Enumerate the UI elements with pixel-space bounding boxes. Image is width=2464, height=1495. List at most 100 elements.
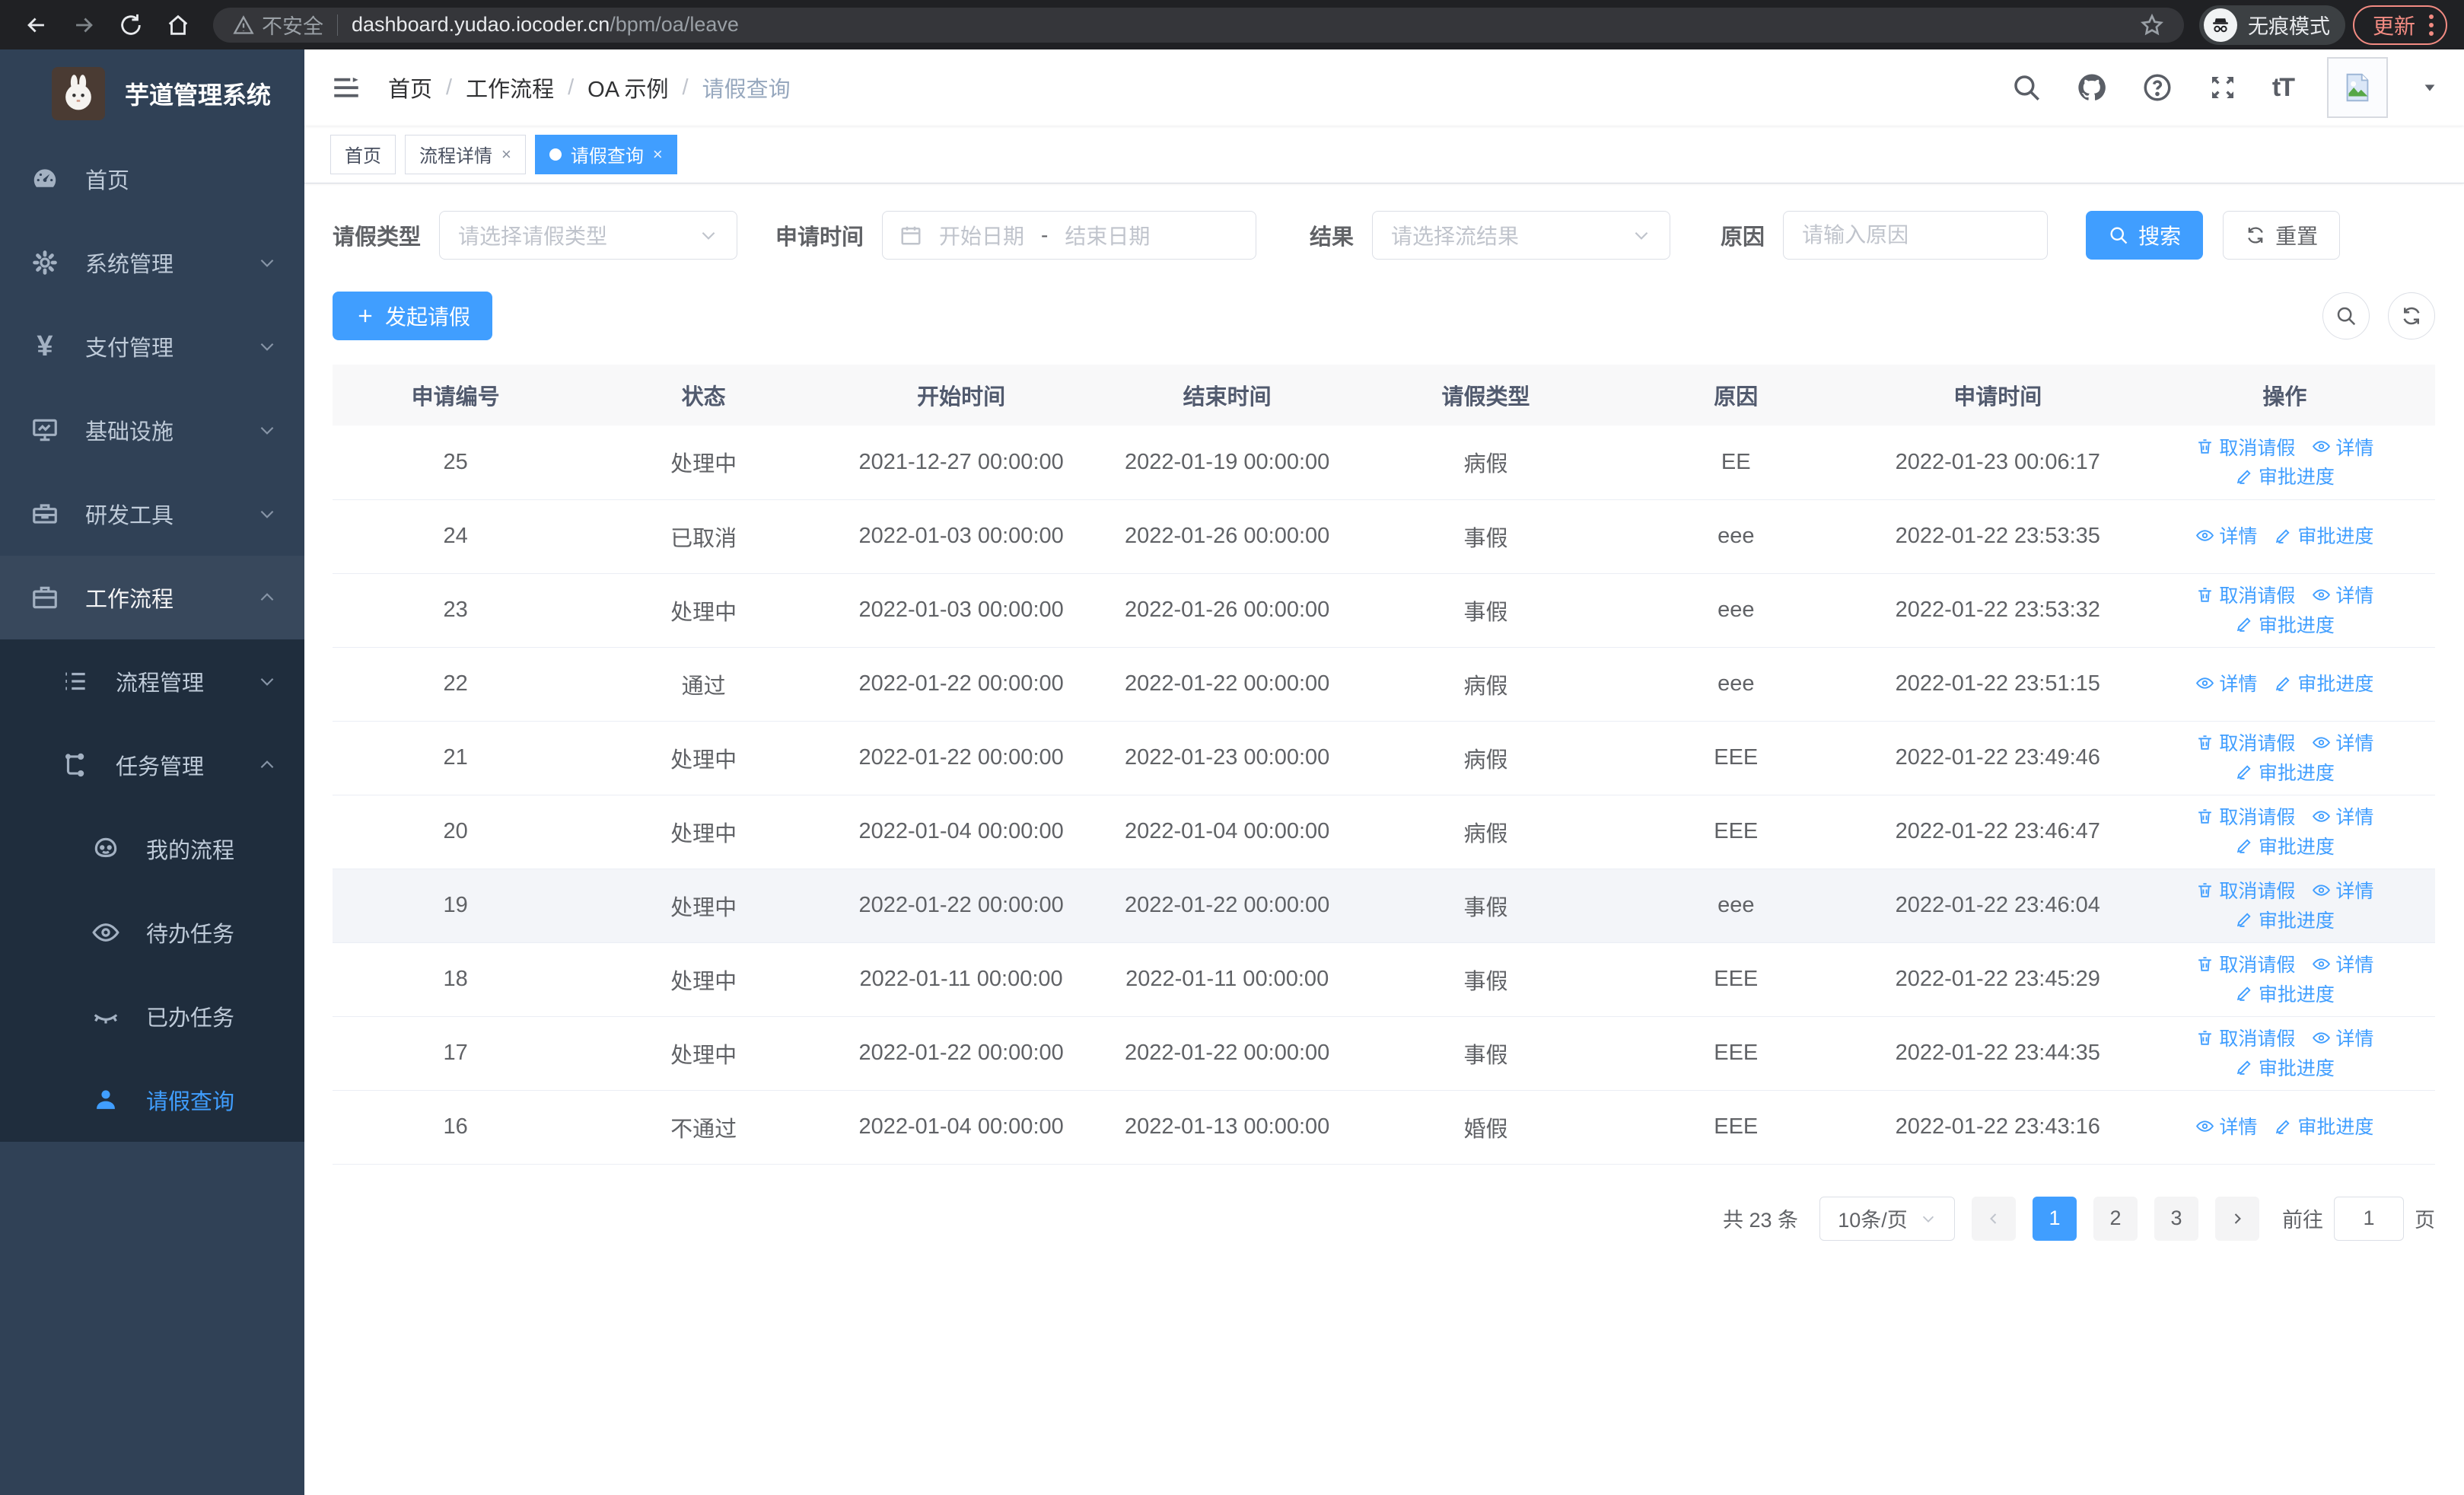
detail-link[interactable]: 详情	[2312, 802, 2373, 830]
header-search-icon[interactable]	[2010, 72, 2042, 104]
browser-home-button[interactable]	[158, 5, 198, 45]
sidebar-logo[interactable]: 芋道管理系统	[0, 49, 304, 137]
chevron-down-icon	[257, 336, 277, 356]
font-size-icon[interactable]: tT	[2272, 73, 2295, 103]
create-leave-button[interactable]: 发起请假	[333, 292, 493, 340]
detail-link[interactable]: 详情	[2312, 581, 2373, 608]
page-number-button[interactable]: 1	[2033, 1196, 2077, 1241]
browser-back-button[interactable]	[17, 5, 56, 45]
sidebar-item-my-process[interactable]: 我的流程	[0, 807, 304, 891]
table-toolbar: 发起请假	[333, 292, 2435, 340]
edit-pen-icon	[2236, 913, 2251, 927]
approval-progress-link[interactable]: 审批进度	[2274, 669, 2373, 696]
cell-start-time: 2022-01-22 00:00:00	[829, 647, 1094, 722]
approval-progress-link[interactable]: 审批进度	[2274, 521, 2373, 549]
eye-open-icon	[90, 918, 122, 947]
cancel-leave-link[interactable]: 取消请假	[2195, 950, 2295, 977]
close-icon[interactable]: ×	[653, 145, 663, 164]
breadcrumb-separator: /	[446, 75, 453, 100]
page-number-button[interactable]: 2	[2093, 1196, 2138, 1241]
detail-link[interactable]: 详情	[2195, 669, 2257, 696]
cancel-leave-link[interactable]: 取消请假	[2195, 876, 2295, 904]
cancel-leave-link[interactable]: 取消请假	[2195, 1024, 2295, 1051]
sidebar-collapse-icon[interactable]	[330, 72, 362, 104]
tab-home[interactable]: 首页	[330, 134, 396, 174]
page-size-select[interactable]: 10条/页	[1819, 1196, 1955, 1241]
caret-down-icon[interactable]	[2421, 79, 2438, 96]
not-secure-warning-icon[interactable]	[233, 14, 254, 36]
detail-link[interactable]: 详情	[2312, 876, 2373, 904]
approval-progress-link[interactable]: 审批进度	[2235, 980, 2335, 1007]
reset-button[interactable]: 重置	[2223, 211, 2341, 260]
detail-link[interactable]: 详情	[2312, 728, 2373, 756]
leave-type-select[interactable]: 请选择请假类型	[439, 211, 738, 260]
sidebar-item-leave-query[interactable]: 请假查询	[0, 1058, 304, 1142]
breadcrumb-item[interactable]: 首页	[388, 72, 432, 104]
close-icon[interactable]: ×	[501, 145, 511, 164]
detail-link[interactable]: 详情	[2195, 521, 2257, 549]
search-button[interactable]: 搜索	[2086, 211, 2204, 260]
tab-process-detail[interactable]: 流程详情 ×	[405, 134, 526, 174]
approval-progress-link[interactable]: 审批进度	[2235, 832, 2335, 859]
detail-link[interactable]: 详情	[2312, 433, 2373, 461]
cancel-leave-link[interactable]: 取消请假	[2195, 728, 2295, 756]
cell-status: 不通过	[578, 1090, 829, 1165]
approval-progress-link[interactable]: 审批进度	[2235, 610, 2335, 638]
breadcrumb-item[interactable]: OA 示例	[587, 72, 668, 104]
cell-reason: eee	[1610, 869, 1861, 943]
detail-link[interactable]: 详情	[2312, 1024, 2373, 1051]
sidebar-item-task-management[interactable]: 任务管理	[0, 723, 304, 807]
sidebar-item-infrastructure[interactable]: 基础设施	[0, 388, 304, 472]
reason-input[interactable]	[1802, 223, 2029, 247]
browser-update-button[interactable]: 更新	[2352, 5, 2447, 45]
toggle-search-button[interactable]	[2322, 292, 2370, 339]
avatar[interactable]	[2327, 57, 2388, 118]
page-number-button[interactable]: 3	[2154, 1196, 2198, 1241]
column-header: 请假类型	[1361, 365, 1611, 426]
address-bar[interactable]: 不安全 dashboard.yudao.iocoder.cn/bpm/oa/le…	[213, 7, 2184, 43]
cancel-leave-link[interactable]: 取消请假	[2195, 581, 2295, 608]
detail-link[interactable]: 详情	[2195, 1112, 2257, 1140]
cell-operations: 取消请假 详情 审批进度	[2134, 426, 2435, 500]
table-header-row: 申请编号 状态 开始时间 结束时间 请假类型 原因 申请时间 操作	[333, 365, 2435, 426]
browser-menu-icon[interactable]	[2429, 14, 2434, 36]
github-icon[interactable]	[2076, 72, 2108, 104]
sidebar-item-home[interactable]: 首页	[0, 137, 304, 221]
incognito-badge[interactable]: 无痕模式	[2198, 5, 2345, 45]
breadcrumb-item[interactable]: 工作流程	[466, 72, 554, 104]
tab-leave-query[interactable]: 请假查询 ×	[534, 134, 677, 174]
approval-progress-link[interactable]: 审批进度	[2235, 462, 2335, 489]
approval-progress-link[interactable]: 审批进度	[2235, 1054, 2335, 1081]
help-icon[interactable]	[2141, 72, 2173, 104]
sidebar-item-workflow[interactable]: 工作流程	[0, 556, 304, 639]
refresh-table-button[interactable]	[2388, 292, 2435, 339]
table-row: 22 通过 2022-01-22 00:00:00 2022-01-22 00:00:…	[333, 647, 2435, 722]
approval-progress-link[interactable]: 审批进度	[2235, 758, 2335, 786]
bookmark-star-icon[interactable]	[2140, 13, 2164, 37]
sidebar-item-process-management[interactable]: 流程管理	[0, 639, 304, 723]
active-tab-dot	[549, 148, 562, 161]
next-page-button[interactable]	[2215, 1196, 2259, 1241]
apply-time-range-picker[interactable]: 开始日期 - 结束日期	[882, 211, 1257, 260]
sidebar-item-devtools[interactable]: 研发工具	[0, 472, 304, 556]
cancel-leave-link[interactable]: 取消请假	[2195, 433, 2295, 461]
prev-page-button[interactable]	[1972, 1196, 2016, 1241]
fullscreen-icon[interactable]	[2207, 72, 2239, 104]
sidebar-item-todo-tasks[interactable]: 待办任务	[0, 891, 304, 974]
browser-reload-button[interactable]	[111, 5, 151, 45]
browser-forward-button[interactable]	[64, 5, 103, 45]
update-label: 更新	[2372, 14, 2415, 38]
approval-progress-link[interactable]: 审批进度	[2235, 906, 2335, 933]
cell-leave-type: 事假	[1361, 1016, 1611, 1091]
calendar-icon	[899, 224, 922, 247]
result-select[interactable]: 请选择流结果	[1372, 211, 1671, 260]
approval-progress-link[interactable]: 审批进度	[2274, 1112, 2373, 1140]
cell-status: 处理中	[578, 795, 829, 869]
sidebar-item-payment[interactable]: ¥ 支付管理	[0, 304, 304, 388]
cancel-leave-link[interactable]: 取消请假	[2195, 802, 2295, 830]
table-row: 21 处理中 2022-01-22 00:00:00 2022-01-23 00:00…	[333, 721, 2435, 795]
sidebar-item-done-tasks[interactable]: 已办任务	[0, 974, 304, 1058]
goto-page-input[interactable]	[2334, 1196, 2404, 1241]
detail-link[interactable]: 详情	[2312, 950, 2373, 977]
sidebar-item-system[interactable]: 系统管理	[0, 221, 304, 304]
